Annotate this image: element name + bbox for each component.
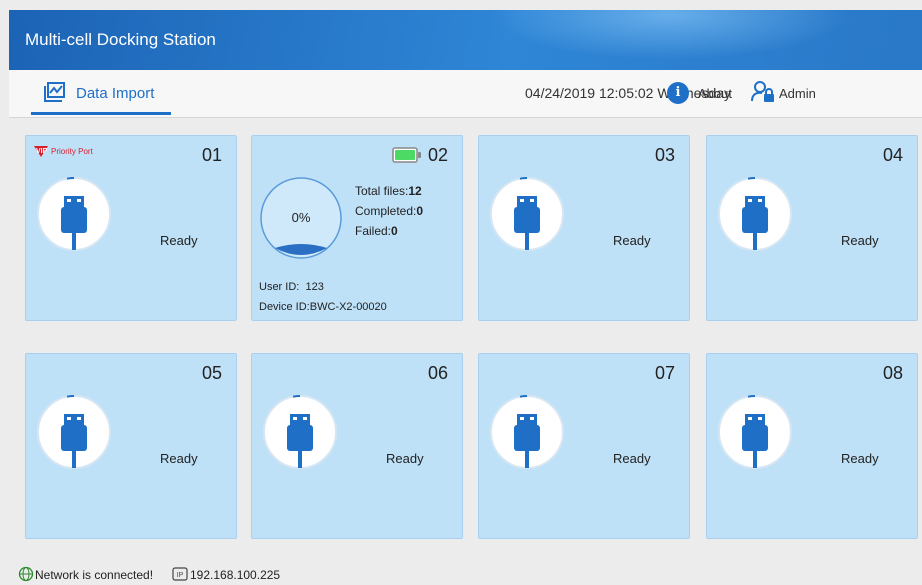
port-number: 07	[654, 363, 675, 383]
port-status: Ready	[613, 233, 651, 248]
usb-icon	[717, 394, 793, 475]
nav-bar: Data Import 04/24/2019 12:05:02 Wednesda…	[9, 70, 922, 118]
port-card-04[interactable]: 04 Ready	[706, 135, 918, 321]
port-number: 05	[201, 363, 222, 383]
total-files-label: Total files:	[355, 184, 409, 198]
completed-label: Completed:	[355, 204, 417, 218]
usb-icon	[489, 394, 565, 475]
user-id-label: User ID:	[259, 281, 300, 293]
device-id-label: Device ID:	[259, 301, 310, 313]
user-id-value: 123	[305, 281, 324, 293]
port-status: Ready	[841, 451, 879, 466]
ip-icon: IP	[172, 566, 188, 585]
port-status: Ready	[613, 451, 651, 466]
usb-icon	[36, 176, 112, 257]
port-number: 02	[427, 145, 448, 165]
port-status: Ready	[841, 233, 879, 248]
completed-value: 0	[416, 204, 424, 218]
device-id-value: BWC-X2-00020	[309, 301, 387, 313]
port-card-03[interactable]: 03 Ready	[478, 135, 690, 321]
port-number: 04	[882, 145, 903, 165]
network-icon	[18, 566, 34, 585]
port-card-05[interactable]: 05 Ready	[25, 353, 237, 539]
port-card-02[interactable]: 02 0% Total files:12 Completed:0 Failed:…	[251, 135, 463, 321]
total-files-value: 12	[408, 184, 422, 198]
device-info: User ID: 123 Device ID:BWC-X2-00020	[259, 277, 387, 317]
port-number: 01	[201, 145, 222, 165]
file-stats: Total files:12 Completed:0 Failed:0	[355, 181, 423, 241]
port-status: Ready	[386, 451, 424, 466]
svg-text:IP: IP	[177, 572, 184, 579]
tab-data-import-label: Data Import	[76, 85, 155, 102]
title-bar-glow	[489, 10, 849, 60]
port-status: Ready	[160, 233, 198, 248]
info-icon[interactable]: i	[667, 82, 689, 104]
chart-icon	[44, 82, 66, 107]
failed-value: 0	[391, 224, 398, 238]
ip-address: 192.168.100.225	[190, 568, 281, 582]
priority-port-label: Priority Port	[51, 147, 94, 156]
port-number: 08	[882, 363, 903, 383]
port-card-01[interactable]: VIP Priority Port 01 Ready	[25, 135, 237, 321]
network-status: Network is connected!	[35, 568, 154, 582]
battery-icon	[392, 147, 422, 168]
usb-icon	[36, 394, 112, 475]
priority-port-badge: VIP Priority Port	[32, 143, 114, 164]
port-status: Ready	[160, 451, 198, 466]
progress-circle: 0%	[259, 176, 343, 265]
admin-link[interactable]: Admin	[779, 86, 816, 101]
app-title: Multi-cell Docking Station	[25, 30, 216, 49]
svg-text:VIP: VIP	[36, 148, 48, 155]
usb-icon	[489, 176, 565, 257]
progress-text: 0%	[292, 210, 311, 225]
user-lock-icon[interactable]	[751, 80, 775, 109]
port-card-06[interactable]: 06 Ready	[251, 353, 463, 539]
port-number: 06	[427, 363, 448, 383]
usb-icon	[262, 394, 338, 475]
title-bar: Multi-cell Docking Station	[9, 10, 922, 70]
about-link[interactable]: About	[698, 86, 732, 101]
usb-icon	[717, 176, 793, 257]
port-number: 03	[654, 145, 675, 165]
port-card-07[interactable]: 07 Ready	[478, 353, 690, 539]
failed-label: Failed:	[355, 224, 392, 238]
tab-data-import[interactable]: Data Import	[31, 70, 171, 115]
port-card-08[interactable]: 08 Ready	[706, 353, 918, 539]
